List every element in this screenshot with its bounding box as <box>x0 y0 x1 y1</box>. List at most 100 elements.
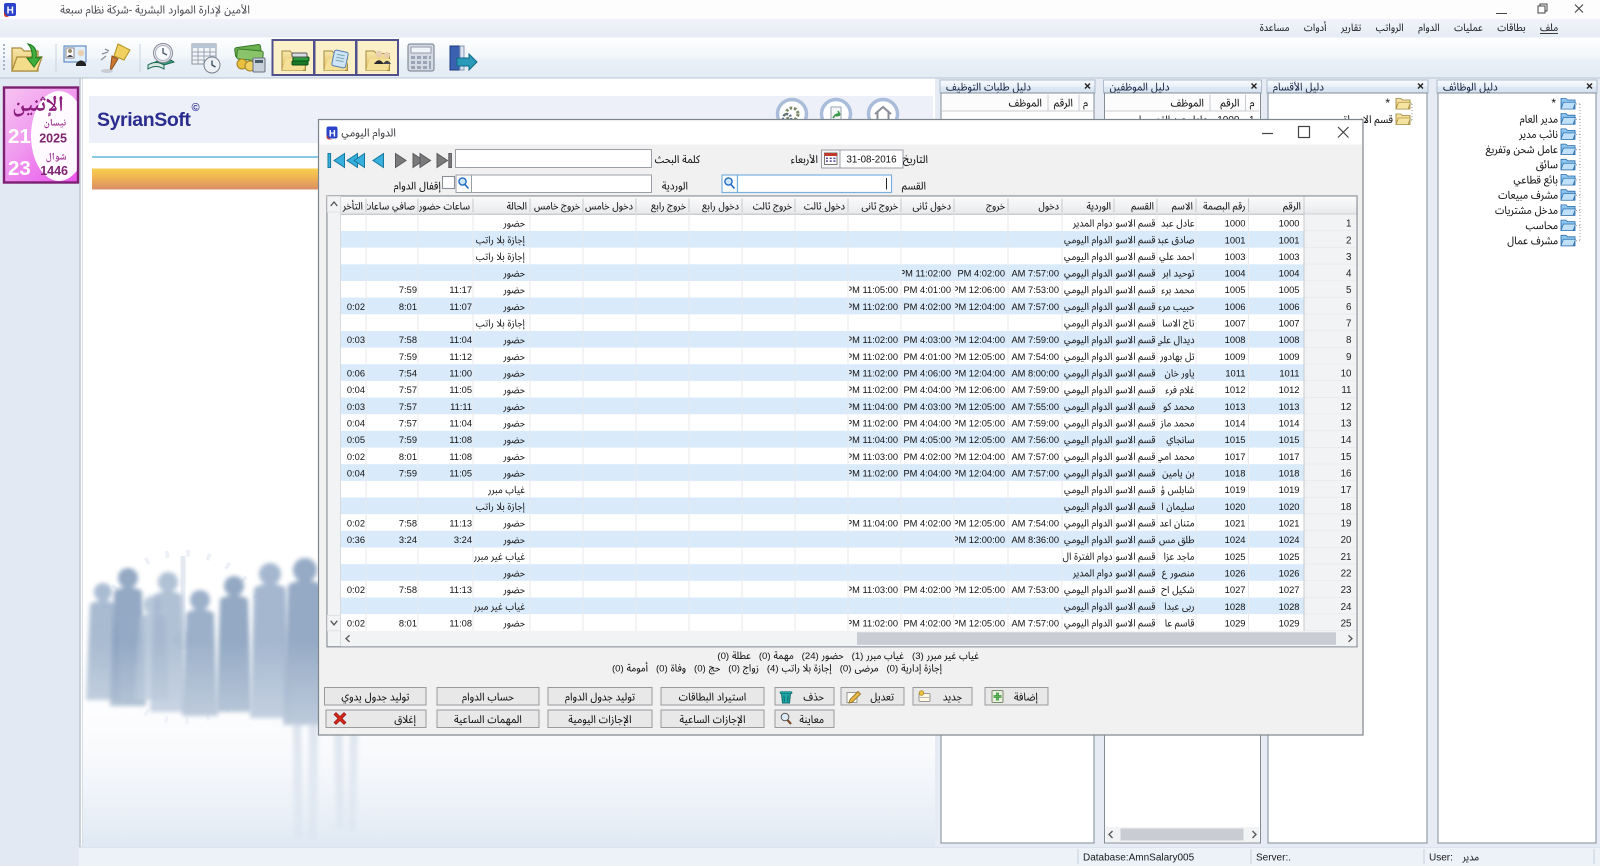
svg-text:(0): (0) <box>840 664 852 675</box>
svg-text:0:02: 0:02 <box>347 452 365 462</box>
svg-text:0:03: 0:03 <box>347 402 365 412</box>
svg-text:8: 8 <box>1346 335 1352 346</box>
svg-text:AM 7:54:00: AM 7:54:00 <box>1011 352 1059 362</box>
svg-text:0:36: 0:36 <box>347 535 365 545</box>
svg-text:11:11: 11:11 <box>450 402 472 412</box>
svg-text:(24): (24) <box>802 651 819 662</box>
svg-text:AM 7:57:00: AM 7:57:00 <box>1011 618 1059 628</box>
svg-text:AM 7:57:00: AM 7:57:00 <box>1011 452 1059 462</box>
svg-text:PM 11:04:00: PM 11:04:00 <box>846 518 898 528</box>
svg-text:(0): (0) <box>717 651 729 662</box>
svg-text:PM 4:04:00: PM 4:04:00 <box>903 385 951 395</box>
svg-text:2025: 2025 <box>39 132 67 146</box>
svg-text:1028: 1028 <box>1225 601 1246 612</box>
svg-text:1: 1 <box>1346 219 1351 230</box>
svg-text:1015: 1015 <box>1225 434 1246 445</box>
svg-text:0:06: 0:06 <box>347 369 365 379</box>
svg-text:7:58: 7:58 <box>399 518 417 528</box>
svg-text:PM 4:02:00: PM 4:02:00 <box>903 585 951 595</box>
svg-text:0:03: 0:03 <box>347 335 365 345</box>
svg-text:7: 7 <box>1346 319 1351 330</box>
svg-text:1001: 1001 <box>1225 234 1246 245</box>
svg-text:5: 5 <box>1346 285 1352 296</box>
svg-text:13: 13 <box>1341 419 1352 430</box>
svg-text:PM 11:02:00: PM 11:02:00 <box>846 385 898 395</box>
svg-text:4: 4 <box>1346 269 1352 280</box>
svg-text:1008: 1008 <box>1279 334 1300 345</box>
svg-text:1029: 1029 <box>1225 617 1246 628</box>
svg-text:11:04: 11:04 <box>449 335 472 345</box>
svg-text:AM 7:54:00: AM 7:54:00 <box>1011 518 1059 528</box>
svg-text:19: 19 <box>1341 518 1352 529</box>
svg-text:18: 18 <box>1341 502 1352 513</box>
svg-text:11:00: 11:00 <box>449 369 472 379</box>
svg-text:(0): (0) <box>759 651 771 662</box>
svg-text:1020: 1020 <box>1279 501 1300 512</box>
svg-text:11:08: 11:08 <box>449 618 472 628</box>
svg-text:AM 8:36:00: AM 8:36:00 <box>1011 535 1059 545</box>
svg-text:PM 4:06:00: PM 4:06:00 <box>903 369 951 379</box>
svg-text:1027: 1027 <box>1225 584 1246 595</box>
svg-text:PM 11:04:00: PM 11:04:00 <box>846 435 898 445</box>
svg-text:0:02: 0:02 <box>347 585 365 595</box>
svg-text:AM 7:55:00: AM 7:55:00 <box>1011 402 1059 412</box>
svg-text:23: 23 <box>1341 585 1352 596</box>
svg-text:17: 17 <box>1341 485 1352 496</box>
svg-text:1014: 1014 <box>1225 418 1246 429</box>
svg-text:(0): (0) <box>886 664 898 675</box>
svg-text:1007: 1007 <box>1279 318 1300 329</box>
svg-text:*: * <box>1551 96 1556 110</box>
svg-text:(0): (0) <box>612 664 624 675</box>
svg-text:PM 11:02:00: PM 11:02:00 <box>899 269 951 279</box>
svg-text:1018: 1018 <box>1279 468 1300 479</box>
svg-text:PM 12:05:00: PM 12:05:00 <box>952 618 1005 628</box>
svg-text:1019: 1019 <box>1225 484 1246 495</box>
svg-text:6: 6 <box>1346 302 1352 313</box>
svg-text:1003: 1003 <box>1225 251 1246 262</box>
svg-text:0:02: 0:02 <box>347 618 365 628</box>
svg-text:1028: 1028 <box>1279 601 1300 612</box>
svg-text:PM 4:04:00: PM 4:04:00 <box>903 419 951 429</box>
svg-text:1015: 1015 <box>1279 434 1300 445</box>
svg-text:1005: 1005 <box>1225 284 1246 295</box>
svg-text:PM 11:02:00: PM 11:02:00 <box>846 469 898 479</box>
svg-text:H: H <box>7 6 14 17</box>
svg-text:7:59: 7:59 <box>399 352 417 362</box>
svg-text:9: 9 <box>1346 352 1351 363</box>
svg-text:AM 7:59:00: AM 7:59:00 <box>1011 385 1059 395</box>
svg-text:11:17: 11:17 <box>449 285 472 295</box>
svg-text:3:24: 3:24 <box>454 535 472 545</box>
svg-text:11:12: 11:12 <box>449 352 472 362</box>
svg-text:12: 12 <box>1341 402 1352 413</box>
svg-text:1026: 1026 <box>1225 567 1246 578</box>
svg-text:10: 10 <box>1341 369 1352 380</box>
svg-text:PM 12:04:00: PM 12:04:00 <box>952 469 1005 479</box>
svg-text:PM 11:03:00: PM 11:03:00 <box>846 585 898 595</box>
svg-text:1011: 1011 <box>1279 368 1299 379</box>
svg-text:1004: 1004 <box>1279 268 1300 279</box>
svg-text:PM 11:02:00: PM 11:02:00 <box>846 335 898 345</box>
svg-text:1018: 1018 <box>1225 468 1246 479</box>
svg-text:1029: 1029 <box>1279 617 1300 628</box>
svg-text:14: 14 <box>1341 435 1352 446</box>
svg-text:PM 4:03:00: PM 4:03:00 <box>903 335 951 345</box>
svg-text:AM 7:57:00: AM 7:57:00 <box>1011 469 1059 479</box>
svg-text:1000: 1000 <box>1279 218 1300 229</box>
svg-text:15: 15 <box>1341 452 1352 463</box>
svg-text:PM 11:02:00: PM 11:02:00 <box>846 302 898 312</box>
svg-text:PM 12:05:00: PM 12:05:00 <box>952 435 1005 445</box>
svg-text:24: 24 <box>1341 602 1352 613</box>
svg-text:PM 12:05:00: PM 12:05:00 <box>952 585 1005 595</box>
svg-text:7:59: 7:59 <box>399 435 417 445</box>
svg-text:PM 12:05:00: PM 12:05:00 <box>952 402 1005 412</box>
svg-text:PM 4:02:00: PM 4:02:00 <box>903 618 951 628</box>
svg-text:AM 7:57:00: AM 7:57:00 <box>1011 269 1059 279</box>
svg-text:PM 4:01:00: PM 4:01:00 <box>903 285 951 295</box>
svg-text:PM 4:02:00: PM 4:02:00 <box>903 518 951 528</box>
svg-text:2: 2 <box>1346 235 1351 246</box>
svg-text:7:59: 7:59 <box>399 285 417 295</box>
svg-text:1009: 1009 <box>1225 351 1246 362</box>
svg-text:PM 12:05:00: PM 12:05:00 <box>952 352 1005 362</box>
svg-text:16: 16 <box>1341 469 1352 480</box>
svg-text:11:05: 11:05 <box>449 469 472 479</box>
